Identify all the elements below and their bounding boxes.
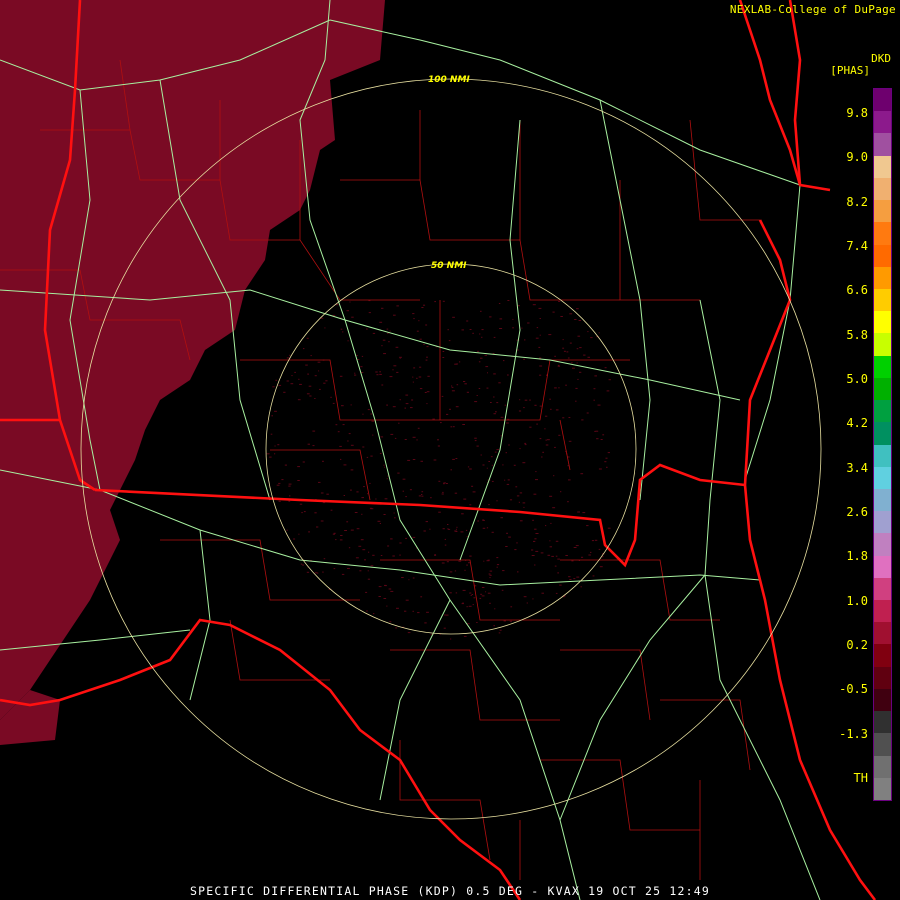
color-scale-label: 5.8 [846, 327, 868, 342]
color-scale-labels: 9.8 9.0 8.2 7.4 6.6 5.8 5.0 4.2 3.4 2.6 1.8 1.0 0.2 -… [826, 88, 870, 801]
color-scale-label: 8.2 [846, 194, 868, 209]
color-scale-swatch [874, 355, 891, 378]
border-line [743, 219, 792, 486]
range-ring-50 [265, 263, 637, 635]
color-scale-swatch [874, 466, 891, 489]
color-scale-label: 7.4 [846, 239, 868, 253]
speckle-echoes [266, 300, 611, 640]
color-scale-bar [873, 88, 892, 801]
county-line [560, 559, 720, 621]
color-scale-swatch [874, 688, 891, 712]
highway-line [344, 319, 741, 401]
color-scale-swatch [874, 644, 891, 667]
highway-line [699, 299, 821, 900]
county-line [559, 419, 571, 471]
color-scale-label: 9.0 [846, 150, 868, 165]
color-scale-label: 4.2 [846, 416, 868, 431]
color-scale-swatch [874, 333, 891, 356]
color-scale-label: TH [853, 771, 868, 785]
color-scale-swatch [874, 111, 891, 134]
color-scale-swatch [874, 733, 891, 756]
county-line [619, 180, 700, 301]
border-line [738, 0, 831, 192]
color-scale-swatch [874, 400, 891, 423]
highway-line [189, 529, 211, 701]
color-scale-swatch [874, 89, 891, 112]
color-scale-swatch [874, 755, 891, 778]
county-line [560, 649, 651, 721]
color-scale-swatch [874, 222, 891, 245]
color-scale-label: 2.6 [846, 505, 868, 519]
color-scale-swatch [874, 266, 891, 289]
color-scale-swatch [874, 200, 891, 223]
color-scale-swatch [874, 666, 891, 689]
county-line [439, 300, 630, 421]
county-line [390, 649, 560, 721]
color-scale-label: 0.2 [846, 638, 868, 652]
color-scale-label: 1.8 [846, 549, 868, 564]
color-scale-swatch [874, 533, 891, 556]
county-line [340, 179, 620, 301]
legend-units: [PHAS] [830, 64, 870, 77]
county-line [160, 539, 360, 601]
color-scale-swatch [874, 511, 891, 534]
highway-line [329, 19, 801, 186]
highway-line [559, 574, 706, 821]
color-scale-swatch [874, 133, 891, 156]
color-scale-swatch [874, 577, 891, 601]
color-scale-swatch [874, 244, 891, 267]
color-scale-label: -1.3 [839, 726, 868, 741]
product-caption: SPECIFIC DIFFERENTIAL PHASE (KDP) 0.5 DE… [190, 884, 710, 898]
border-line [0, 618, 522, 900]
county-line [540, 759, 700, 831]
highway-line [379, 599, 451, 801]
color-scale-label: 1.0 [846, 593, 868, 608]
color-scale-swatch [874, 288, 891, 312]
county-line [399, 740, 491, 861]
county-line [689, 119, 760, 221]
color-scale-swatch [874, 422, 891, 445]
legend-product: DKD [871, 52, 891, 65]
color-scale-swatch [874, 711, 891, 734]
county-line [660, 699, 751, 771]
color-scale-swatch [874, 622, 891, 645]
border-line [94, 463, 746, 568]
highway-line [459, 119, 521, 561]
color-scale-label: 9.8 [846, 106, 868, 120]
county-line [380, 559, 560, 621]
color-scale-swatch [874, 311, 891, 334]
color-scale-swatch [874, 177, 891, 201]
range-label-100: 100 NMI [428, 75, 470, 85]
county-line [299, 140, 420, 301]
range-label-50: 50 NMI [431, 261, 467, 271]
color-scale-label: -0.5 [839, 682, 868, 697]
color-scale-swatch [874, 155, 891, 178]
radar-map: 100 NMI 50 NMI [0, 0, 877, 900]
color-scale-label: 3.4 [846, 460, 868, 475]
color-scale-swatch [874, 488, 891, 512]
credit-text: NEXLAB-College of DuPage [729, 3, 896, 16]
color-scale-swatch [874, 777, 891, 800]
color-scale-swatch [874, 444, 891, 467]
color-scale-label: 6.6 [846, 283, 868, 298]
color-scale-swatch [874, 555, 891, 578]
color-scale-label: 5.0 [846, 372, 868, 386]
color-scale-swatch [874, 600, 891, 623]
color-scale-swatch [874, 377, 891, 401]
county-line [270, 449, 371, 501]
highway-line [744, 184, 801, 481]
